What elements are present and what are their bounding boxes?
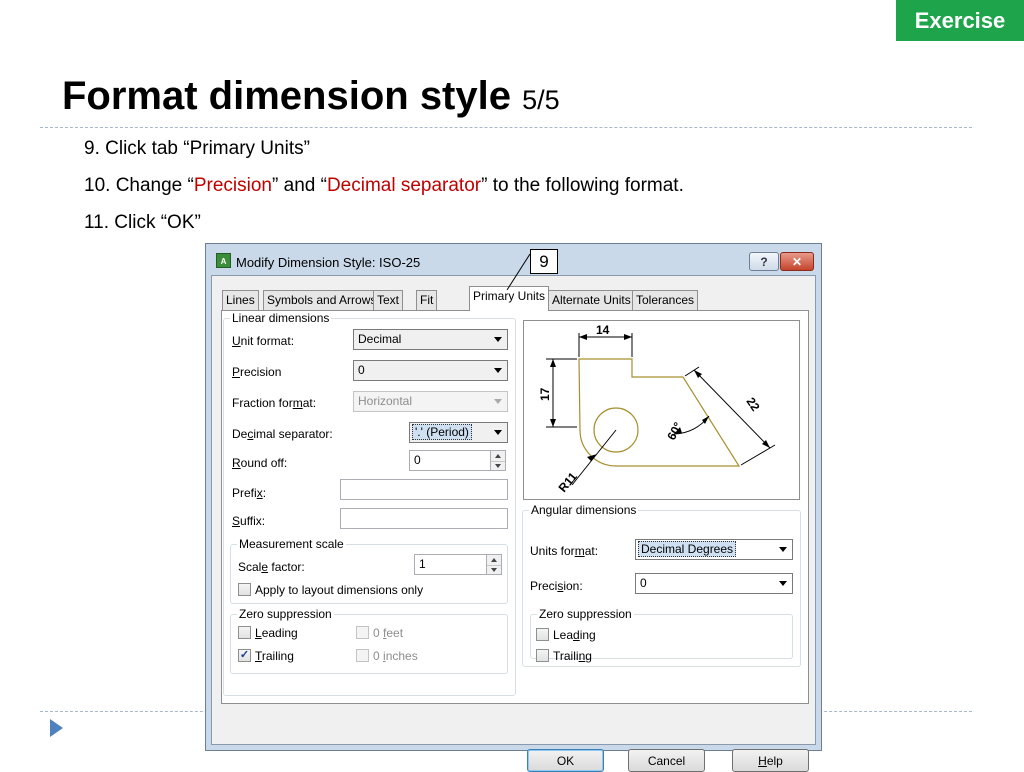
fraction-format-select[interactable]: Horizontal xyxy=(353,391,508,412)
apply-layout-checkbox[interactable] xyxy=(238,583,251,596)
spin-up-icon xyxy=(491,557,497,562)
slide-title: Format dimension style 5/5 xyxy=(62,70,560,126)
angular-zero-suppression-title: Zero suppression xyxy=(537,607,634,621)
cancel-button[interactable]: Cancel xyxy=(628,749,705,772)
tab-symbols-and-arrows[interactable]: Symbols and Arrows xyxy=(263,290,381,310)
suffix-label: Suffix: xyxy=(232,514,266,528)
step-10-precision: Precision xyxy=(193,175,273,196)
chevron-down-icon xyxy=(494,430,502,435)
dim-top-text: 14 xyxy=(596,323,610,337)
round-off-input[interactable]: 0 xyxy=(409,450,491,471)
step-9: 9. Click tab “Primary Units” xyxy=(84,138,310,159)
feet-label: 0 feet xyxy=(373,626,404,640)
inches-checkbox[interactable] xyxy=(356,649,369,662)
dim-radius-text: R11 xyxy=(556,469,581,495)
scale-factor-input[interactable]: 1 xyxy=(414,554,487,575)
tab-text[interactable]: Text xyxy=(373,290,404,310)
tab-tolerances[interactable]: Tolerances xyxy=(632,290,699,310)
title-close-button[interactable]: ✕ xyxy=(780,252,814,271)
angular-precision-select[interactable]: 0 xyxy=(635,573,793,594)
angular-leading-checkbox[interactable] xyxy=(536,628,549,641)
dim-left-text: 17 xyxy=(538,387,552,401)
help-button[interactable]: Help xyxy=(732,749,809,772)
fraction-format-label: Fraction format: xyxy=(232,396,317,410)
step-11: 11. Click “OK” xyxy=(84,212,201,233)
exercise-badge: Exercise xyxy=(896,0,1024,41)
step-10-decimal-separator: Decimal separator xyxy=(326,175,482,196)
ok-button[interactable]: OK xyxy=(527,749,604,772)
tab-alternate-units[interactable]: Alternate Units xyxy=(548,290,635,310)
next-arrow-icon xyxy=(50,719,63,737)
round-off-label: Round off: xyxy=(232,456,288,470)
angular-trailing-checkbox[interactable] xyxy=(536,649,549,662)
tab-primary-units[interactable]: Primary Units xyxy=(469,286,550,311)
tab-lines[interactable]: Lines xyxy=(222,290,259,310)
dim-angle-text: 60° xyxy=(664,420,685,443)
title-divider xyxy=(40,127,972,128)
spin-up-icon xyxy=(495,453,501,458)
prefix-input[interactable] xyxy=(340,479,508,500)
linear-zero-suppression-title: Zero suppression xyxy=(237,607,334,621)
spin-down-icon xyxy=(491,567,497,572)
scale-factor-label: Scale factor: xyxy=(238,560,305,574)
angular-dimensions-title: Angular dimensions xyxy=(529,503,639,517)
trailing-checkbox[interactable]: ✓ xyxy=(238,649,251,662)
linear-zero-suppression-group: Zero suppression xyxy=(230,607,508,674)
suffix-input[interactable] xyxy=(340,508,508,529)
dialog-body: Lines Symbols and Arrows Text Fit Primar… xyxy=(211,275,816,772)
dimension-preview: 14 17 22 60° R11 xyxy=(523,320,800,500)
scale-factor-spinner[interactable] xyxy=(487,554,502,575)
chevron-down-icon xyxy=(779,547,787,552)
decimal-separator-label: Decimal separator: xyxy=(232,427,333,441)
dim-diag-text: 22 xyxy=(744,395,763,414)
title-help-button[interactable]: ? xyxy=(749,252,779,271)
unit-format-select[interactable]: Decimal xyxy=(353,329,508,350)
precision-select[interactable]: 0 xyxy=(353,360,508,381)
angular-leading-label: Leading xyxy=(553,628,596,642)
instruction-list: 9. Click tab “Primary Units” 10. Change … xyxy=(84,130,684,241)
unit-format-label: Unit format: xyxy=(232,334,295,348)
prefix-label: Prefix: xyxy=(232,486,267,500)
angular-trailing-label: Trailing xyxy=(553,649,592,663)
preview-drawing: 14 17 22 60° R11 xyxy=(538,323,776,495)
spin-down-icon xyxy=(495,463,501,468)
step-10-text-a: 10. Change “ xyxy=(84,175,194,196)
apply-layout-label: Apply to layout dimensions only xyxy=(255,583,424,597)
app-icon: A xyxy=(216,253,231,268)
step-10-text-b: ” and “ xyxy=(272,175,327,196)
dialog-title: Modify Dimension Style: ISO-25 xyxy=(236,255,421,270)
chevron-down-icon xyxy=(494,337,502,342)
slide-page-counter: 5/5 xyxy=(522,85,560,115)
angular-units-format-select[interactable]: Decimal Degrees xyxy=(635,539,793,560)
measurement-scale-title: Measurement scale xyxy=(237,537,346,551)
trailing-label: Trailing xyxy=(255,649,294,663)
precision-label: Precision xyxy=(232,365,282,379)
units-format-label: Units format: xyxy=(530,544,599,558)
angular-precision-label: Precision: xyxy=(530,579,583,593)
close-icon: ✕ xyxy=(791,254,803,269)
decimal-separator-select[interactable]: '.' (Period) xyxy=(409,422,508,443)
tab-fit[interactable]: Fit xyxy=(416,290,438,310)
round-off-spinner[interactable] xyxy=(491,450,506,471)
step-10: 10. Change “Precision” and “Decimal sepa… xyxy=(84,167,684,204)
inches-label: 0 inches xyxy=(373,649,418,663)
chevron-down-icon xyxy=(494,368,502,373)
callout-number: 9 xyxy=(530,249,558,274)
slide-title-text: Format dimension style xyxy=(62,74,511,118)
primary-units-panel: Linear dimensions Unit format: Decimal P… xyxy=(221,310,809,704)
feet-checkbox[interactable] xyxy=(356,626,369,639)
chevron-down-icon xyxy=(779,581,787,586)
linear-dimensions-title: Linear dimensions xyxy=(230,311,332,325)
step-10-text-c: ” to the following format. xyxy=(481,175,684,196)
leading-label: Leading xyxy=(255,626,298,640)
leading-checkbox[interactable] xyxy=(238,626,251,639)
modify-dimension-style-dialog: A Modify Dimension Style: ISO-25 ? ✕ Lin… xyxy=(205,243,822,772)
chevron-down-icon xyxy=(494,399,502,404)
